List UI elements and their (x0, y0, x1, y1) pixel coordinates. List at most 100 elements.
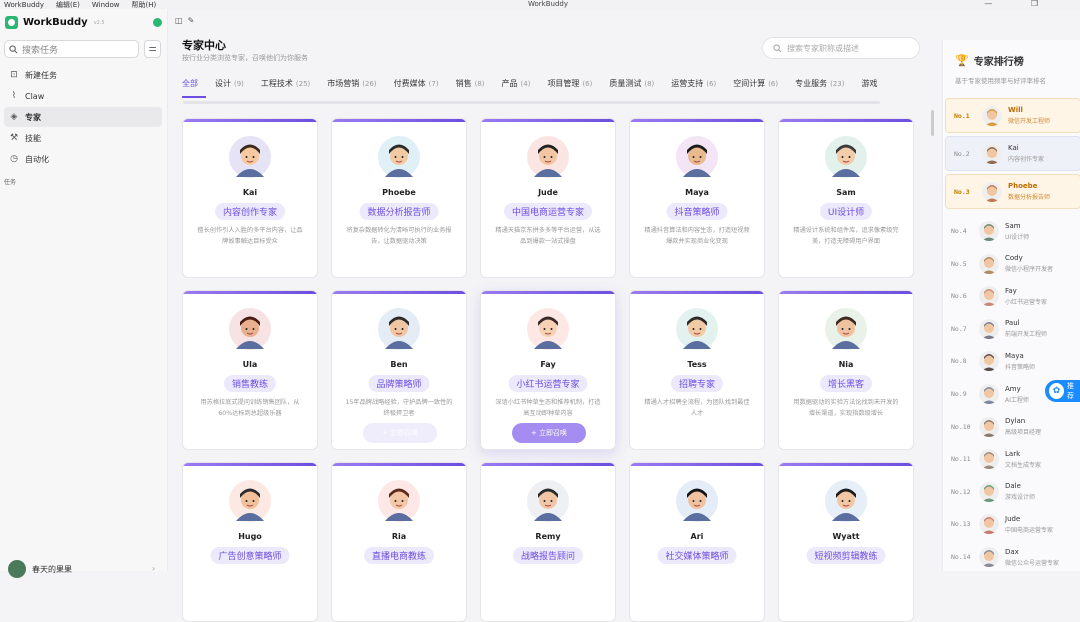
ranking-row[interactable]: No.1 Will 微信开发工程师 (945, 98, 1080, 133)
expert-card[interactable]: Kai 内容创作专家 擅长创作引人入胜的多平台内容，让品牌故事触达目标受众 (182, 118, 318, 278)
expert-name: Tess (687, 360, 707, 369)
menu-app[interactable]: WorkBuddy (4, 1, 44, 9)
tab-category[interactable]: 市场营销 (26) (327, 78, 376, 92)
ranking-row[interactable]: No.5 Cody 微信小程序开发者 (943, 249, 1080, 279)
sidebar-item-expert[interactable]: ◈ 专家 (4, 107, 162, 127)
expert-card[interactable]: Ari 社交媒体策略师 (629, 462, 765, 622)
sidebar-item-skill[interactable]: ⚒ 技能 (4, 128, 162, 148)
filter-button[interactable]: ⚌ (144, 40, 161, 58)
status-dot-icon[interactable] (153, 18, 162, 27)
tab-category[interactable]: 付费媒体 (7) (394, 78, 439, 92)
avatar (979, 351, 999, 372)
expert-name: Ari (690, 532, 704, 541)
expert-role-badge: 中国电商运营专家 (503, 203, 593, 220)
tab-label: 游戏 (861, 79, 878, 88)
sidebar-item-new-task[interactable]: ⊡ 新建任务 (4, 65, 162, 85)
panel-toggle-icon[interactable]: ◫ (175, 16, 183, 25)
tab-category[interactable]: 设计 (9) (215, 78, 244, 92)
ranking-row[interactable]: No.7 Paul 前端开发工程师 (943, 314, 1080, 344)
expert-avatar-icon (525, 478, 571, 524)
rank-number: No.4 (951, 227, 967, 235)
tab-all[interactable]: 全部 (182, 78, 206, 98)
summon-button[interactable]: + 立即召唤 (512, 423, 586, 443)
chevron-right-icon: › (152, 564, 156, 573)
horizontal-scrollbar[interactable] (183, 101, 880, 104)
expert-card[interactable]: Tess 招聘专家 精通人才招聘全流程，为团队找到最佳人才 (629, 290, 765, 450)
edit-icon[interactable]: ✎ (188, 16, 195, 25)
expert-description: 用数据驱动的实验方法论找到未开发的增长渠道，实现指数级增长 (793, 399, 899, 417)
expert-card[interactable]: Remy 战略报告顾问 (480, 462, 616, 622)
avatar (979, 384, 999, 404)
expert-card[interactable]: Wyatt 短视频剪辑教练 (778, 462, 914, 622)
tab-label: 工程技术 (260, 79, 293, 88)
ranking-row[interactable]: No.2 Kai 内容创作专家 (945, 136, 1080, 171)
tab-category[interactable]: 产品 (4) (502, 78, 531, 92)
expert-search-input[interactable]: 搜索专家职称或描述 (762, 37, 920, 59)
task-search-input[interactable]: 搜索任务 (4, 40, 139, 58)
expert-card[interactable]: Ula 销售教练 用苏格拉底式提问训练销售团队，从60%达标到总超级乐器 (182, 290, 318, 450)
expert-role-badge: 抖音策略师 (666, 203, 728, 220)
rank-number: No.2 (954, 149, 970, 158)
ranking-row[interactable]: No.11 Lark 文档生成专家 (943, 444, 1080, 474)
rank-role: 微信公众号运营专家 (1005, 559, 1060, 567)
expert-card[interactable]: Ben 品牌策略师 15年品牌战略经验，守护品牌一致性的终极捍卫者 + 立即召唤 (331, 290, 467, 450)
tab-category[interactable]: 专业服务 (23) (795, 78, 844, 92)
ranking-subtitle: 基于专家使用频率与好评率排名 (955, 77, 1046, 85)
tab-category[interactable]: 工程技术 (25) (261, 78, 310, 92)
user-name: 春天的果果 (32, 564, 72, 574)
rank-role: 微信小程序开发者 (1005, 266, 1054, 274)
tab-count: (8) (644, 80, 655, 88)
menu-window[interactable]: Window (92, 1, 120, 9)
section-tasks-heading: 任务 (4, 179, 17, 186)
new-task-icon: ⊡ (10, 70, 18, 80)
ranking-row[interactable]: No.6 Fay 小红书运营专家 (943, 281, 1080, 311)
tab-label: 全部 (182, 79, 198, 88)
expert-avatar-icon (823, 478, 869, 524)
expert-card[interactable]: Maya 抖音策略师 精通抖音算法和内容生态，打造短视频爆款并实现商业化变现 (629, 118, 765, 278)
ranking-row[interactable]: No.10 Dylan 高级项目经理 (943, 412, 1080, 442)
ranking-row[interactable]: No.13 Jude 中国电商运营专家 (943, 509, 1080, 539)
rank-number: No.9 (951, 390, 967, 398)
expert-role-badge: 数据分析报告师 (359, 203, 439, 220)
expert-card[interactable]: Jude 中国电商运营专家 精通天猫京东拼多多等平台运营，从选品到爆款一站式操盘 (480, 118, 616, 278)
ranking-row[interactable]: No.8 Maya 抖音策略师 (943, 346, 1080, 376)
expert-name: Remy (535, 532, 561, 541)
expert-description: 将复杂数据转化为清晰可执行的业务报告，让数据驱动决策 (346, 227, 452, 245)
tab-count: (7) (428, 80, 439, 88)
expert-card[interactable]: Phoebe 数据分析报告师 将复杂数据转化为清晰可执行的业务报告，让数据驱动决策 (331, 118, 467, 278)
vertical-scrollbar[interactable] (931, 110, 934, 136)
tab-category[interactable]: 游戏 (862, 78, 878, 92)
tab-category[interactable]: 销售 (8) (456, 78, 485, 92)
expert-name: Kai (242, 188, 258, 197)
expert-card[interactable]: Fay 小红书运营专家 深谙小红书种草生态和推荐机制，打造高互动即种草内容 + 立即召… (480, 290, 616, 450)
rank-name: Dax (1005, 547, 1019, 556)
avatar (982, 143, 1002, 164)
floating-recommend-button[interactable]: ✿ 推荐 (1045, 380, 1080, 402)
tab-category[interactable]: 运营支持 (6) (671, 78, 716, 92)
rank-number: No.11 (951, 455, 971, 464)
expert-card[interactable]: Hugo 广告创意策略师 (182, 462, 318, 622)
rank-name: Jude (1005, 514, 1021, 523)
expert-avatar-icon (376, 306, 422, 352)
tab-category[interactable]: 质量测试 (8) (609, 78, 654, 92)
expert-card[interactable]: Nia 增长黑客 用数据驱动的实验方法论找到未开发的增长渠道，实现指数级增长 (778, 290, 914, 450)
sidebar-item-claw[interactable]: ⌇ Claw (4, 86, 162, 106)
summon-button[interactable]: + 立即召唤 (363, 423, 437, 443)
window-controls[interactable]: — ❐ (984, 0, 1056, 8)
tab-label: 市场营销 (327, 79, 360, 88)
ranking-row[interactable]: No.4 Sam UI设计师 (943, 216, 1080, 246)
expert-card[interactable]: Ria 直播电商教练 (331, 462, 467, 622)
expert-role-badge: 小红书运营专家 (508, 375, 588, 392)
brand-version: v2.5 (93, 19, 105, 26)
ranking-row[interactable]: No.12 Dale 游戏设计师 (943, 477, 1080, 507)
sidebar-item-automation[interactable]: ◷ 自动化 (4, 149, 162, 169)
expert-avatar-icon (227, 478, 273, 524)
tab-category[interactable]: 空间计算 (6) (733, 78, 778, 92)
expert-card[interactable]: Sam UI设计师 精通设计系统和组件库，追求像素级完美，打造无障碍用户界面 (778, 118, 914, 278)
user-profile[interactable]: 春天的果果 › (8, 560, 155, 578)
ranking-row[interactable]: No.3 Phoebe 数据分析报告师 (945, 174, 1080, 209)
tab-category[interactable]: 项目管理 (6) (547, 78, 592, 92)
expert-name: Sam (836, 188, 856, 197)
ranking-row[interactable]: No.14 Dax 微信公众号运营专家 (943, 542, 1080, 572)
expert-description: 精通天猫京东拼多多等平台运营，从选品到爆款一站式操盘 (495, 227, 601, 245)
